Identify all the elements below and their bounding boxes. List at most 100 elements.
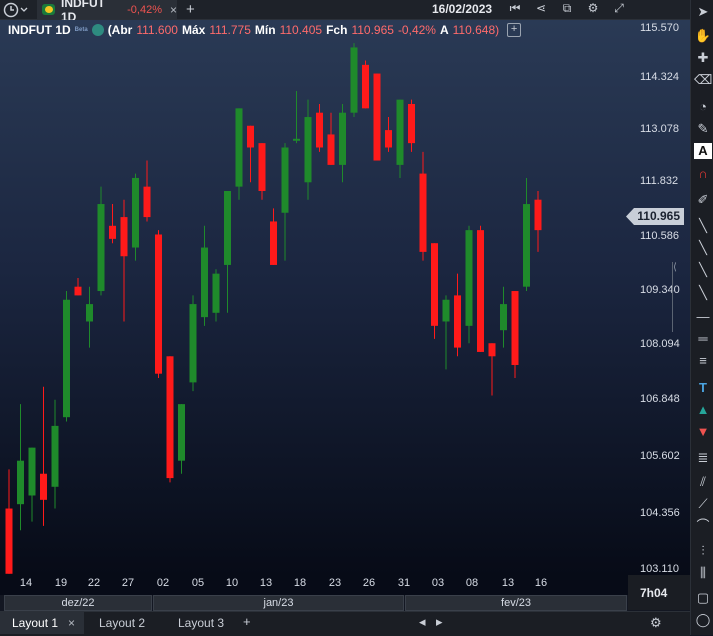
close-tab-button[interactable]: × (170, 3, 177, 17)
layout-bar: Layout 1 × Layout 2 Layout 3 + ◂ ▸ ⚙ (0, 611, 690, 636)
candle-body (166, 356, 174, 479)
tab-layout-3[interactable]: Layout 3 (178, 612, 224, 634)
cursor-icon[interactable]: ➤ (694, 4, 712, 20)
add-indicator-button[interactable]: + (507, 23, 522, 37)
chart-area[interactable] (0, 20, 690, 575)
time-tick: 03 (431, 577, 445, 589)
candle-body (120, 217, 128, 257)
current-date: 16/02/2023 (432, 2, 493, 16)
arrow-down-icon[interactable]: ▼ (694, 424, 712, 440)
time-tick: 13 (501, 577, 515, 589)
legend-symbol: INDFUT 1D (8, 23, 71, 37)
layout-1-label: Layout 1 (12, 616, 59, 630)
candle-body (63, 299, 70, 418)
popout-icon[interactable]: ⧉ (559, 1, 575, 16)
fib-retracement-icon[interactable]: ≣ (694, 450, 712, 466)
clock-menu-button[interactable] (3, 1, 31, 18)
top-bar: INDFUT 1D -0,42% × + 16/02/2023 ⏮ ⋖ ⧉ ⚙ … (0, 0, 690, 24)
candle-body (178, 404, 185, 461)
eraser-icon[interactable]: ⌫ (694, 72, 712, 88)
chevron-down-icon (20, 7, 28, 12)
candle-body (51, 425, 59, 487)
candle-body (488, 343, 496, 357)
extended-line-icon[interactable]: ╲ (694, 285, 712, 301)
candle-body (212, 273, 220, 313)
crosshair-icon[interactable]: ✚ (694, 50, 712, 66)
settings-icon[interactable]: ⚙ (585, 1, 601, 16)
close-value: 110.965 (351, 23, 394, 37)
ellipse-icon[interactable]: ◯ (694, 612, 712, 628)
time-tick: 22 (87, 577, 101, 589)
time-tick: 26 (362, 577, 376, 589)
tab-layout-1[interactable]: Layout 1 × (0, 612, 84, 634)
candle-body (270, 221, 277, 265)
candle-body (40, 473, 47, 500)
time-tick: 31 (397, 577, 411, 589)
candle-body (97, 204, 105, 292)
candle-body (235, 108, 243, 187)
candle-body (293, 138, 300, 141)
tab-layout-2[interactable]: Layout 2 (99, 612, 145, 634)
candle-body (442, 299, 450, 322)
axis-scale-handle[interactable]: ⟨ (672, 262, 679, 332)
candle-body (86, 304, 93, 322)
fib-channel-icon[interactable]: ⫽ (694, 474, 712, 490)
add-tab-button[interactable]: + (186, 1, 195, 18)
month-label: fev/23 (405, 595, 627, 611)
fib-lines-icon[interactable]: ≡ (694, 353, 712, 369)
pitchfork-icon[interactable]: ⫶ (694, 543, 712, 559)
candle-body (534, 199, 542, 231)
time-tick: 08 (465, 577, 479, 589)
replay-icon[interactable]: ⏮ (507, 1, 523, 16)
ohlc-legend: INDFUT 1D Beta (Abr 111.600 Máx 111.775 … (8, 23, 522, 37)
pan-hand-icon[interactable]: ✋ (694, 28, 712, 44)
chart-tab[interactable]: INDFUT 1D -0,42% × (37, 0, 177, 24)
time-tick: 05 (191, 577, 205, 589)
trend-angle-icon[interactable]: ╲ (694, 262, 712, 278)
rectangle-icon[interactable]: ▢ (694, 590, 712, 606)
text-box-icon[interactable]: A (694, 143, 712, 159)
candle-body (373, 73, 381, 161)
candle-body (454, 295, 461, 348)
visibility-toggle-icon[interactable] (91, 24, 104, 36)
candlestick-plot (5, 43, 542, 574)
fib-time-icon[interactable]: ⫼ (694, 565, 712, 581)
price-tick: 115.570 (640, 22, 679, 34)
share-icon[interactable]: ⋖ (533, 1, 549, 16)
line-tool-icon[interactable]: ╲ (694, 218, 712, 234)
parallel-channel-icon[interactable]: ═ (694, 331, 712, 347)
scroll-left-icon[interactable]: ◂ (419, 614, 426, 630)
tab-change: -0,42% (127, 3, 162, 16)
scroll-right-icon[interactable]: ▸ (436, 614, 443, 630)
candle-body (385, 130, 392, 148)
open-value: 111.600 (136, 23, 178, 37)
candle-body (5, 508, 13, 574)
fib-fan-icon[interactable]: ⟋ (694, 496, 712, 512)
add-layout-button[interactable]: + (243, 614, 251, 629)
price-axis[interactable] (628, 20, 690, 575)
candle-body (396, 99, 404, 165)
candle-body (224, 190, 231, 265)
candle-body (431, 243, 438, 326)
close-layout-button[interactable]: × (68, 616, 75, 630)
arrow-up-icon[interactable]: ▲ (694, 402, 712, 418)
candle-body (132, 177, 139, 248)
candle-body (419, 173, 427, 252)
magnet-icon[interactable]: ◔ (694, 99, 712, 115)
ray-tool-icon[interactable]: ╲ (694, 240, 712, 256)
candle-body (523, 204, 530, 287)
drawing-toolbar: ➤ ✋ ✚ ⌫ ◔ ✎ A ∩ ✐ ╲ ╲ ╲ ╲ ― ═ ≡ T ▲ ▼ ≣ … (690, 0, 713, 635)
edit-icon[interactable]: ✎ (694, 121, 712, 137)
horizontal-line-icon[interactable]: ― (694, 309, 712, 325)
text-tool-icon[interactable]: T (694, 380, 712, 396)
change-value: -0,42% (397, 23, 436, 37)
layout-settings-icon[interactable]: ⚙ (650, 615, 662, 631)
expand-icon[interactable]: ⤢ (611, 1, 627, 16)
brazil-flag-icon (42, 4, 55, 15)
close-label: Fch (326, 23, 348, 37)
u-magnet-icon[interactable]: ∩ (694, 166, 712, 182)
fib-arc-icon[interactable]: ⌒ (694, 518, 712, 534)
layout-2-label: Layout 2 (99, 616, 146, 630)
price-tick: 103.110 (640, 563, 679, 575)
brush-icon[interactable]: ✐ (694, 192, 712, 208)
